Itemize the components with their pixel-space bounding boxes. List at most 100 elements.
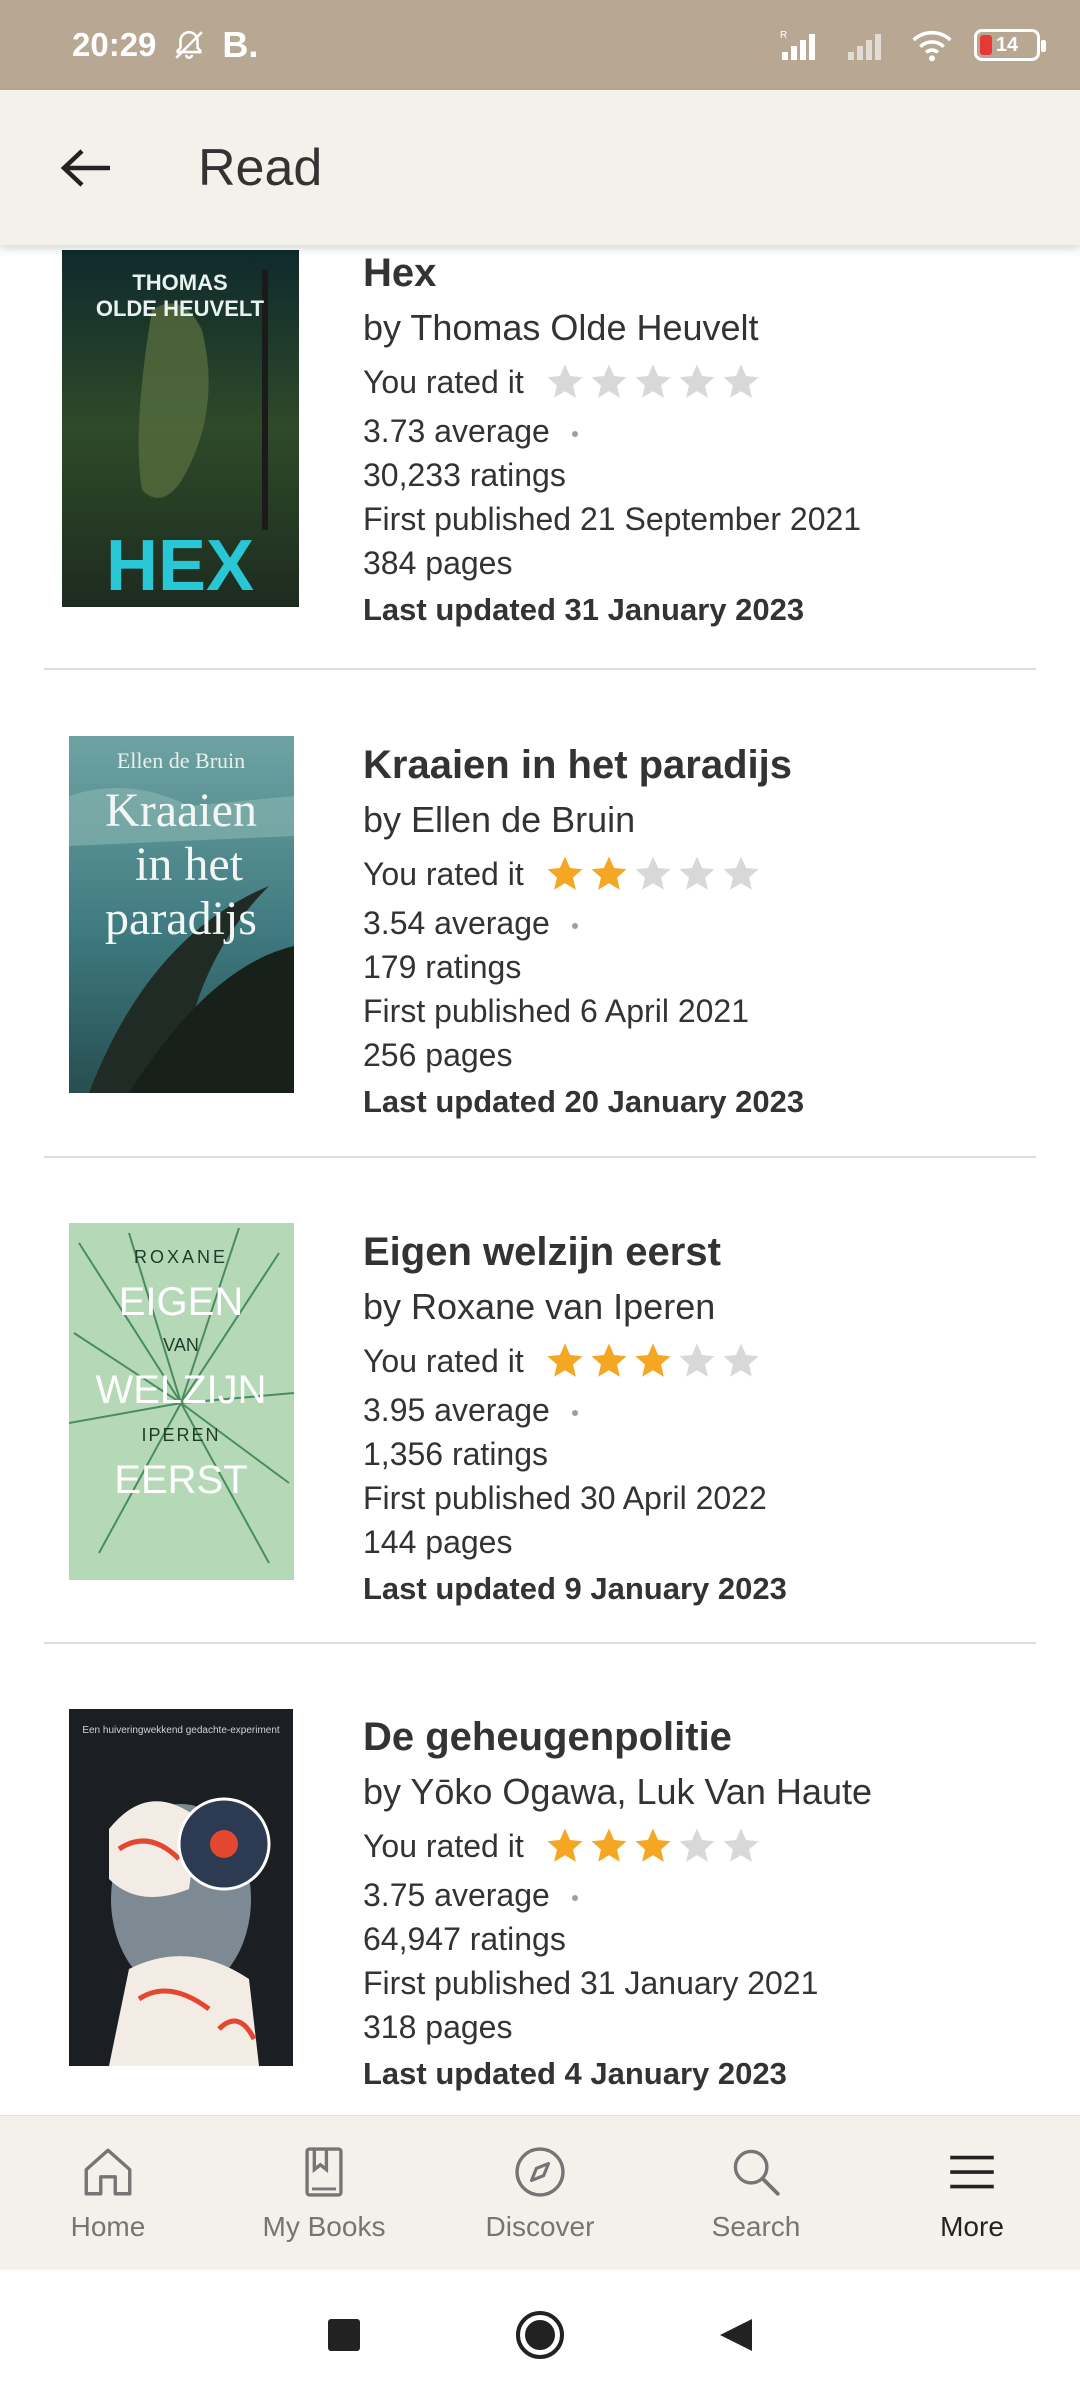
rated-label: You rated it <box>363 1342 524 1379</box>
separator-dot <box>571 1894 578 1901</box>
ratings-count: 64,947 ratings <box>363 1921 566 1957</box>
svg-text:paradijs: paradijs <box>105 892 257 945</box>
star-empty-icon[interactable] <box>588 361 630 403</box>
average-rating: 3.54 average <box>363 905 550 941</box>
star-empty-icon[interactable] <box>676 361 718 403</box>
book-cover-geheugenpolitie[interactable]: Een huiveringwekkend gedachte-experiment <box>69 1709 293 2066</box>
book-cover-hex[interactable]: THOMAS OLDE HEUVELT HEX <box>62 250 299 607</box>
book-author[interactable]: by Thomas Olde Heuvelt <box>363 301 1023 355</box>
nav-label: Search <box>711 2211 801 2242</box>
nav-discover[interactable]: Discover <box>432 2116 648 2270</box>
list-item[interactable]: Ellen de Bruin Kraaien in het paradijs K… <box>44 672 1036 1158</box>
nav-label: Discover <box>485 2211 595 2242</box>
svg-text:THOMAS: THOMAS <box>132 270 227 295</box>
list-item[interactable]: THOMAS OLDE HEUVELT HEX Hex by Thomas Ol… <box>44 245 1036 670</box>
star-empty-icon[interactable] <box>720 1825 762 1867</box>
book-author[interactable]: by Yōko Ogawa, Luk Van Haute <box>363 1765 1023 1819</box>
first-published: First published 21 September 2021 <box>363 501 862 537</box>
back-triangle-icon[interactable] <box>716 2315 756 2355</box>
book-title[interactable]: De geheugenpolitie <box>363 1709 1023 1765</box>
svg-text:EIGEN: EIGEN <box>119 1280 243 1324</box>
star-empty-icon[interactable] <box>720 361 762 403</box>
svg-text:VAN: VAN <box>163 1335 199 1355</box>
search-icon <box>733 2149 780 2196</box>
user-rating: You rated it <box>363 847 1023 901</box>
rated-label: You rated it <box>363 1827 524 1864</box>
average-rating: 3.95 average <box>363 1392 550 1428</box>
svg-text:Kraaien: Kraaien <box>105 784 257 837</box>
star-filled-icon[interactable] <box>544 1340 586 1382</box>
back-button[interactable] <box>0 90 170 245</box>
star-empty-icon[interactable] <box>544 361 586 403</box>
star-empty-icon[interactable] <box>720 1340 762 1382</box>
list-item[interactable]: Een huiveringwekkend gedachte-experiment… <box>44 1644 1036 2115</box>
ratings-count: 179 ratings <box>363 949 522 985</box>
page-count: 318 pages <box>363 2009 513 2045</box>
status-time: 20:29 <box>72 26 157 63</box>
bookmark-book-icon <box>305 2147 343 2197</box>
star-filled-icon[interactable] <box>588 853 630 895</box>
nav-my-books[interactable]: My Books <box>216 2116 432 2270</box>
nav-home[interactable]: Home <box>0 2116 216 2270</box>
user-rating: You rated it <box>363 355 1023 409</box>
star-empty-icon[interactable] <box>676 1825 718 1867</box>
status-bar: 20:29 B. R 14 <box>0 0 1080 90</box>
star-empty-icon[interactable] <box>676 1340 718 1382</box>
last-updated: Last updated 9 January 2023 <box>363 1571 787 1606</box>
separator-dot <box>571 1409 578 1416</box>
book-title[interactable]: Eigen welzijn eerst <box>363 1224 1023 1280</box>
rating-stars[interactable] <box>544 853 762 895</box>
app-bar: Read <box>0 90 1080 245</box>
nav-more[interactable]: More <box>864 2116 1080 2270</box>
rated-label: You rated it <box>363 855 524 892</box>
star-filled-icon[interactable] <box>544 1825 586 1867</box>
system-navigation-bar <box>0 2270 1080 2400</box>
svg-text:in het: in het <box>135 838 244 891</box>
svg-text:ROXANE: ROXANE <box>134 1247 228 1267</box>
signal-icon-secondary <box>848 34 881 60</box>
home-circle-icon[interactable] <box>514 2309 566 2361</box>
star-empty-icon[interactable] <box>632 361 674 403</box>
first-published: First published 6 April 2021 <box>363 993 749 1029</box>
nav-label: More <box>940 2211 1004 2242</box>
svg-text:HEX: HEX <box>106 526 254 606</box>
star-filled-icon[interactable] <box>632 1825 674 1867</box>
last-updated: Last updated 20 January 2023 <box>363 1084 805 1119</box>
star-empty-icon[interactable] <box>676 853 718 895</box>
star-empty-icon[interactable] <box>720 853 762 895</box>
svg-text:Een huiveringwekkend gedachte-: Een huiveringwekkend gedachte-experiment <box>82 1725 280 1736</box>
star-empty-icon[interactable] <box>632 853 674 895</box>
battery-icon: 14 <box>974 29 1046 61</box>
book-cover-eigen-welzijn[interactable]: ROXANE EIGEN VAN WELZIJN IPEREN EERST <box>69 1223 294 1580</box>
battery-level: 14 <box>995 33 1019 56</box>
nav-label: Home <box>70 2211 146 2242</box>
book-cover-kraaien[interactable]: Ellen de Bruin Kraaien in het paradijs <box>69 736 294 1093</box>
home-icon <box>84 2148 132 2196</box>
book-title[interactable]: Hex <box>363 245 1023 301</box>
ratings-count: 30,233 ratings <box>363 457 566 493</box>
star-filled-icon[interactable] <box>588 1825 630 1867</box>
svg-text:Ellen de Bruin: Ellen de Bruin <box>117 748 245 773</box>
nav-search[interactable]: Search <box>648 2116 864 2270</box>
star-filled-icon[interactable] <box>588 1340 630 1382</box>
page-title: Read <box>198 138 323 197</box>
star-filled-icon[interactable] <box>544 853 586 895</box>
book-list: THOMAS OLDE HEUVELT HEX Hex by Thomas Ol… <box>0 245 1080 2115</box>
rating-stars[interactable] <box>544 1340 762 1382</box>
average-rating: 3.75 average <box>363 1877 550 1913</box>
book-info: Hex by Thomas Olde Heuvelt You rated it … <box>363 245 1023 635</box>
book-author[interactable]: by Ellen de Bruin <box>363 793 1023 847</box>
wifi-icon <box>912 30 952 62</box>
recents-square-icon[interactable] <box>324 2315 364 2355</box>
svg-text:R: R <box>780 30 787 41</box>
book-title[interactable]: Kraaien in het paradijs <box>363 737 1023 793</box>
svg-text:IPEREN: IPEREN <box>141 1425 220 1445</box>
star-filled-icon[interactable] <box>632 1340 674 1382</box>
list-item[interactable]: ROXANE EIGEN VAN WELZIJN IPEREN EERST Ei… <box>44 1158 1036 1644</box>
rating-stars[interactable] <box>544 1825 762 1867</box>
book-author[interactable]: by Roxane van Iperen <box>363 1280 1023 1334</box>
rating-stars[interactable] <box>544 361 762 403</box>
first-published: First published 31 January 2021 <box>363 1965 819 2001</box>
last-updated: Last updated 4 January 2023 <box>363 2056 787 2091</box>
book-info: Eigen welzijn eerst by Roxane van Iperen… <box>363 1224 1023 1614</box>
